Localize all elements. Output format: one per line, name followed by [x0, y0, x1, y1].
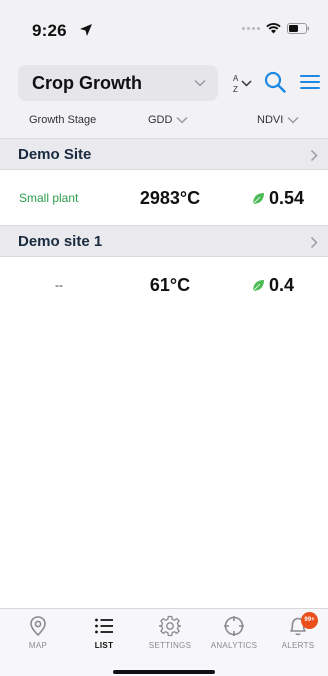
tab-label: ANALYTICS — [210, 641, 258, 650]
tab-label: ALERTS — [281, 641, 315, 650]
map-pin-icon — [30, 616, 46, 637]
growth-stage-value: -- — [55, 278, 63, 292]
tab-label: SETTINGS — [148, 641, 192, 650]
list-item[interactable]: -- 61°C 0.4 — [0, 258, 328, 314]
gear-icon — [159, 615, 181, 637]
ndvi-value: 0.4 — [269, 275, 295, 295]
column-headers: Growth Stage GDD NDVI — [0, 110, 328, 138]
chevron-down-icon — [176, 116, 188, 124]
column-ndvi-label: NDVI — [257, 114, 284, 126]
chevron-right-icon — [310, 149, 318, 162]
leaf-icon — [252, 280, 264, 292]
chevron-down-icon — [287, 116, 299, 124]
svg-text:Z: Z — [233, 85, 238, 94]
ndvi-value: 0.54 — [269, 188, 305, 208]
battery-icon — [287, 23, 309, 34]
list-icon — [95, 618, 113, 634]
svg-text:A: A — [233, 74, 239, 83]
gdd-value: 61°C — [149, 275, 191, 295]
bottom-tab-bar: MAP LIST SETTINGS ANALYTICS 99+ ALERTS — [0, 608, 328, 676]
column-gdd[interactable]: GDD — [148, 114, 188, 126]
site-name: Demo Site — [18, 146, 92, 163]
alerts-badge: 99+ — [301, 612, 318, 629]
ndvi-cell: 0.54 — [252, 188, 304, 209]
tab-label: LIST — [94, 641, 114, 650]
status-bar: 9:26 — [0, 0, 328, 62]
crosshair-icon — [224, 616, 244, 636]
home-indicator — [113, 670, 215, 674]
ndvi-cell: 0.4 — [252, 275, 294, 296]
chevron-right-icon — [310, 236, 318, 249]
search-icon[interactable] — [264, 71, 286, 93]
gdd-value: 2983°C — [139, 188, 201, 208]
tab-label: MAP — [28, 641, 48, 650]
status-time: 9:26 — [32, 21, 67, 40]
leaf-icon — [252, 193, 264, 205]
column-ndvi[interactable]: NDVI — [257, 114, 299, 126]
site-header-demo-site[interactable]: Demo Site — [0, 138, 328, 170]
location-arrow-icon — [80, 24, 92, 36]
site-header-demo-site-1[interactable]: Demo site 1 — [0, 225, 328, 257]
tab-analytics[interactable]: ANALYTICS — [202, 615, 266, 650]
column-growth-stage: Growth Stage — [29, 114, 97, 126]
status-icons — [242, 23, 310, 34]
menu-icon[interactable] — [300, 73, 320, 91]
tab-map[interactable]: MAP — [6, 615, 70, 650]
tab-list[interactable]: LIST — [72, 615, 136, 650]
growth-stage-value: Small plant — [19, 191, 79, 205]
tab-settings[interactable]: SETTINGS — [138, 615, 202, 650]
wifi-icon — [266, 23, 281, 34]
site-name: Demo site 1 — [18, 233, 103, 250]
signal-icon — [242, 27, 260, 30]
tab-alerts[interactable]: 99+ ALERTS — [266, 612, 328, 650]
app-screen: 9:26 Crop Growth A Z Growth Stage GDD ND… — [0, 0, 328, 676]
chevron-down-icon — [194, 79, 206, 87]
layer-select-label: Crop Growth — [32, 73, 142, 93]
layer-select[interactable]: Crop Growth — [18, 65, 218, 101]
column-gdd-label: GDD — [148, 114, 173, 126]
list-item[interactable]: Small plant 2983°C 0.54 — [0, 171, 328, 227]
top-toolbar: Crop Growth A Z — [0, 62, 328, 110]
sort-az-icon[interactable]: A Z — [232, 71, 254, 95]
